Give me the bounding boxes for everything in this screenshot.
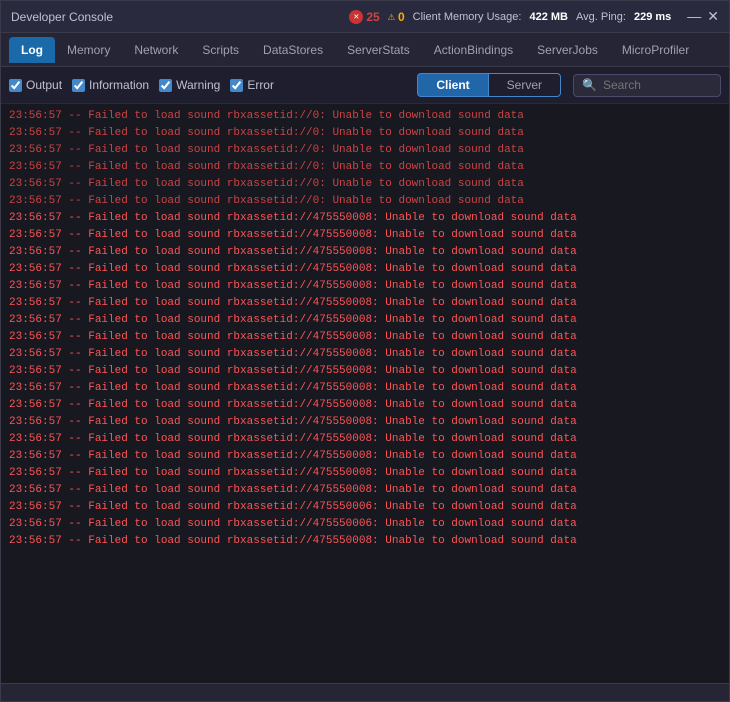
log-line: 23:56:57 -- Failed to load sound rbxasse…	[1, 108, 729, 125]
log-line: 23:56:57 -- Failed to load sound rbxasse…	[1, 482, 729, 499]
information-checkbox[interactable]	[72, 79, 85, 92]
nav-tab-scripts[interactable]: Scripts	[190, 37, 251, 63]
window-controls: — ✕	[687, 8, 719, 25]
developer-console-window: Developer Console ✕ 25 ⚠ 0 Client Memory…	[0, 0, 730, 702]
log-line: 23:56:57 -- Failed to load sound rbxasse…	[1, 312, 729, 329]
log-line: 23:56:57 -- Failed to load sound rbxasse…	[1, 295, 729, 312]
log-line: 23:56:57 -- Failed to load sound rbxasse…	[1, 142, 729, 159]
log-area[interactable]: 23:56:57 -- Failed to load sound rbxasse…	[1, 104, 729, 683]
error-label: Error	[247, 78, 274, 92]
nav-tab-log[interactable]: Log	[9, 37, 55, 63]
log-line: 23:56:57 -- Failed to load sound rbxasse…	[1, 125, 729, 142]
nav-tab-actionbindings[interactable]: ActionBindings	[422, 37, 525, 63]
output-label: Output	[26, 78, 62, 92]
nav-tabs: LogMemoryNetworkScriptsDataStoresServerS…	[1, 33, 729, 67]
log-line: 23:56:57 -- Failed to load sound rbxasse…	[1, 431, 729, 448]
memory-value: 422 MB	[529, 11, 568, 23]
warn-count: 0	[398, 10, 405, 24]
log-line: 23:56:57 -- Failed to load sound rbxasse…	[1, 193, 729, 210]
warn-icon: ⚠	[388, 9, 395, 24]
log-line: 23:56:57 -- Failed to load sound rbxasse…	[1, 448, 729, 465]
output-checkbox-item[interactable]: Output	[9, 78, 62, 92]
search-box: 🔍	[573, 74, 721, 97]
log-line: 23:56:57 -- Failed to load sound rbxasse…	[1, 244, 729, 261]
log-line: 23:56:57 -- Failed to load sound rbxasse…	[1, 346, 729, 363]
log-line: 23:56:57 -- Failed to load sound rbxasse…	[1, 278, 729, 295]
nav-tab-memory[interactable]: Memory	[55, 37, 122, 63]
nav-tab-network[interactable]: Network	[122, 37, 190, 63]
memory-label: Client Memory Usage:	[413, 11, 522, 23]
title-bar: Developer Console ✕ 25 ⚠ 0 Client Memory…	[1, 1, 729, 33]
client-button[interactable]: Client	[417, 73, 488, 97]
window-title: Developer Console	[11, 10, 341, 24]
ping-label: Avg. Ping:	[576, 11, 626, 23]
toolbar: Output Information Warning Error Client …	[1, 67, 729, 104]
log-line: 23:56:57 -- Failed to load sound rbxasse…	[1, 363, 729, 380]
log-line: 23:56:57 -- Failed to load sound rbxasse…	[1, 499, 729, 516]
error-count: 25	[366, 10, 379, 24]
log-line: 23:56:57 -- Failed to load sound rbxasse…	[1, 380, 729, 397]
warning-checkbox-item[interactable]: Warning	[159, 78, 220, 92]
close-button[interactable]: ✕	[707, 8, 719, 25]
warn-badge: ⚠ 0	[388, 9, 405, 24]
search-icon: 🔍	[582, 78, 597, 93]
nav-tab-serverstats[interactable]: ServerStats	[335, 37, 422, 63]
log-line: 23:56:57 -- Failed to load sound rbxasse…	[1, 516, 729, 533]
server-button[interactable]: Server	[489, 73, 561, 97]
nav-tab-microprofiler[interactable]: MicroProfiler	[610, 37, 701, 63]
client-server-buttons: Client Server	[417, 73, 561, 97]
error-badge: ✕ 25	[349, 10, 379, 24]
log-line: 23:56:57 -- Failed to load sound rbxasse…	[1, 465, 729, 482]
bottom-bar	[1, 683, 729, 701]
log-line: 23:56:57 -- Failed to load sound rbxasse…	[1, 210, 729, 227]
log-line: 23:56:57 -- Failed to load sound rbxasse…	[1, 414, 729, 431]
ping-value: 229 ms	[634, 11, 671, 23]
error-checkbox-item[interactable]: Error	[230, 78, 274, 92]
minimize-button[interactable]: —	[687, 8, 701, 25]
log-line: 23:56:57 -- Failed to load sound rbxasse…	[1, 329, 729, 346]
warning-checkbox[interactable]	[159, 79, 172, 92]
search-input[interactable]	[603, 78, 703, 92]
error-checkbox[interactable]	[230, 79, 243, 92]
log-line: 23:56:57 -- Failed to load sound rbxasse…	[1, 533, 729, 550]
error-icon: ✕	[349, 10, 363, 24]
filter-checkboxes: Output Information Warning Error	[9, 78, 274, 92]
log-line: 23:56:57 -- Failed to load sound rbxasse…	[1, 261, 729, 278]
information-label: Information	[89, 78, 149, 92]
nav-tab-datastores[interactable]: DataStores	[251, 37, 335, 63]
log-line: 23:56:57 -- Failed to load sound rbxasse…	[1, 227, 729, 244]
log-line: 23:56:57 -- Failed to load sound rbxasse…	[1, 397, 729, 414]
nav-tab-serverjobs[interactable]: ServerJobs	[525, 37, 610, 63]
warning-label: Warning	[176, 78, 220, 92]
information-checkbox-item[interactable]: Information	[72, 78, 149, 92]
log-line: 23:56:57 -- Failed to load sound rbxasse…	[1, 176, 729, 193]
log-line: 23:56:57 -- Failed to load sound rbxasse…	[1, 159, 729, 176]
output-checkbox[interactable]	[9, 79, 22, 92]
